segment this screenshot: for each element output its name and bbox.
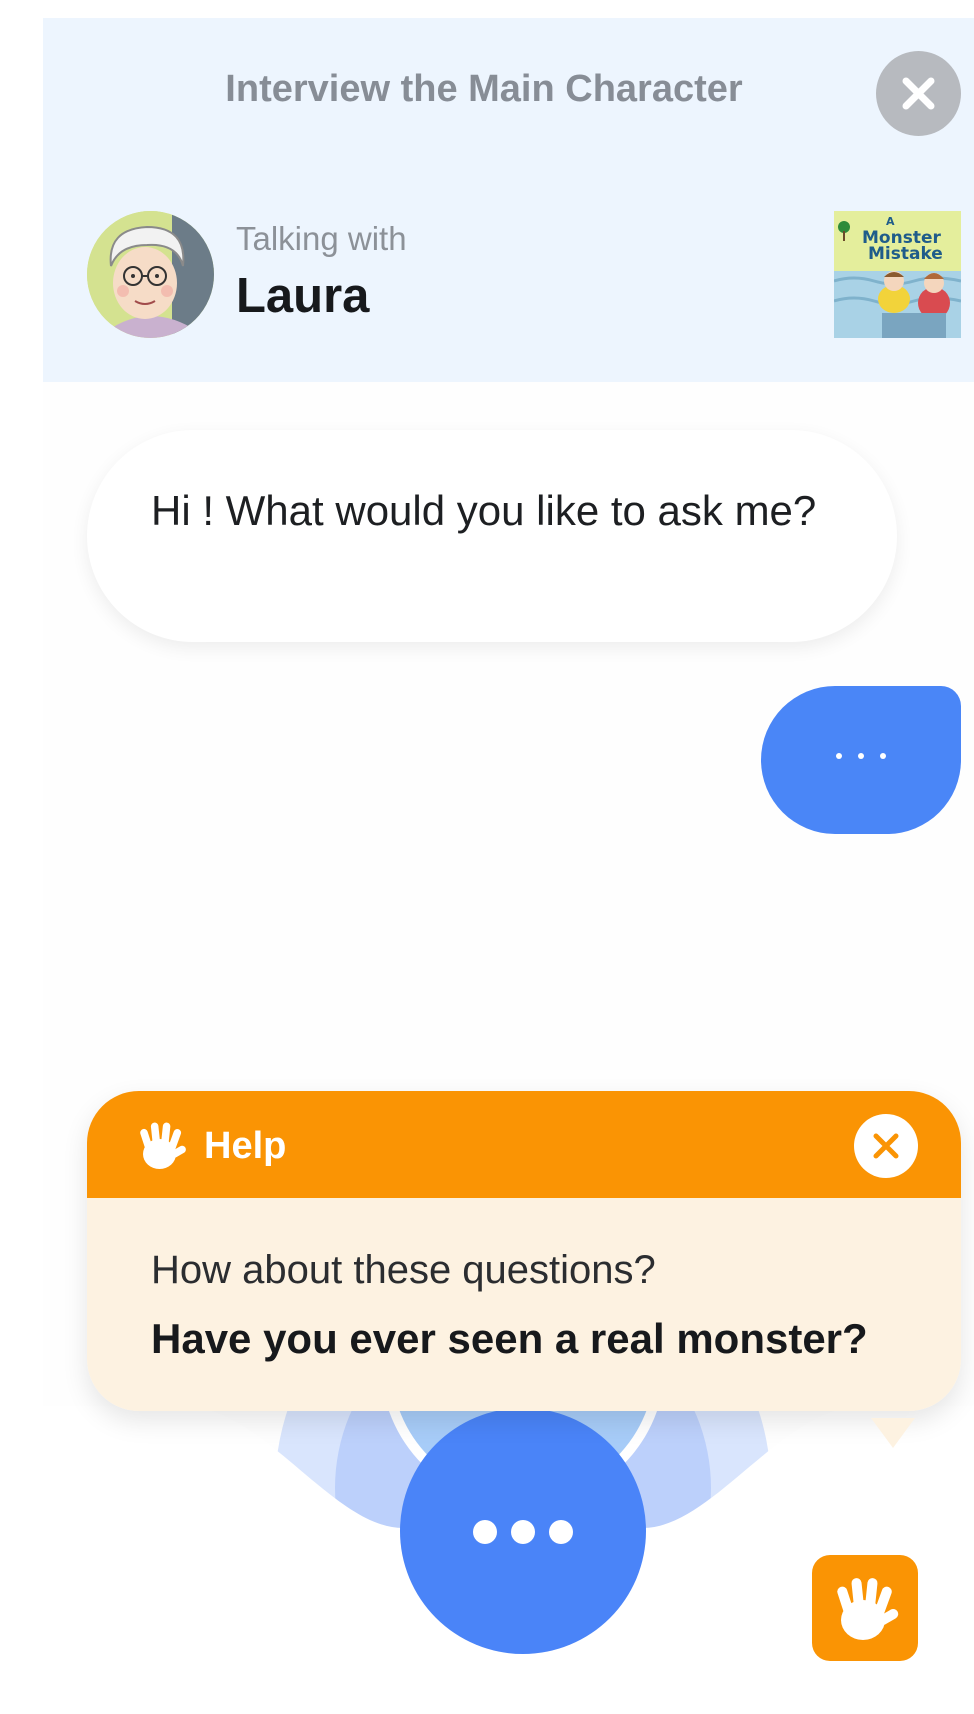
close-icon <box>873 1133 899 1159</box>
help-body: How about these questions? Have you ever… <box>87 1198 961 1411</box>
header: Interview the Main Character Talking wit… <box>43 18 974 382</box>
user-typing-bubble <box>761 686 961 834</box>
help-title: Help <box>204 1125 287 1167</box>
hand-wave-icon <box>140 1122 186 1169</box>
svg-text:A: A <box>886 215 895 228</box>
character-avatar <box>87 211 214 338</box>
svg-text:Mistake: Mistake <box>868 244 943 264</box>
help-popup: Help How about these questions? Have you… <box>87 1091 961 1411</box>
talking-with-label: Talking with <box>236 220 407 257</box>
help-toggle-button[interactable] <box>812 1555 918 1661</box>
hand-wave-icon <box>837 1578 899 1640</box>
suggested-question[interactable]: Have you ever seen a real monster? <box>151 1315 868 1363</box>
app-screen: Interview the Main Character Talking wit… <box>43 18 974 1714</box>
help-close-button[interactable] <box>854 1114 918 1178</box>
book-cover[interactable]: A Monster Mistake <box>834 211 961 338</box>
help-popup-pointer <box>871 1418 915 1448</box>
character-name: Laura <box>236 269 370 323</box>
typing-indicator <box>761 746 961 764</box>
close-icon <box>902 77 935 110</box>
help-header: Help <box>87 1091 961 1198</box>
record-button[interactable] <box>400 1408 646 1654</box>
page-title: Interview the Main Character <box>225 68 743 110</box>
character-message-bubble: Hi ! What would you like to ask me? <box>87 430 897 642</box>
recording-dots-icon <box>400 1520 646 1544</box>
help-prompt: How about these questions? <box>151 1248 656 1292</box>
close-button[interactable] <box>876 51 961 136</box>
